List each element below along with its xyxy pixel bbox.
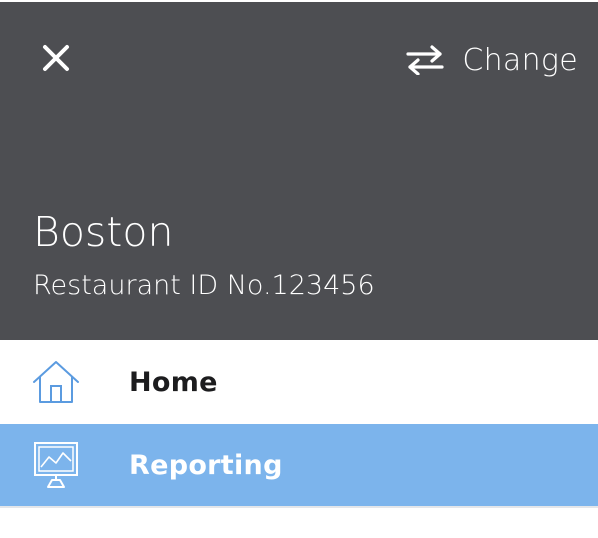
restaurant-id: Restaurant ID No.123456 xyxy=(33,270,375,301)
nav-label-home: Home xyxy=(129,366,218,398)
close-button[interactable] xyxy=(32,34,80,82)
close-icon xyxy=(43,45,69,71)
change-label: Change xyxy=(462,42,578,78)
menu-header: Change Boston Restaurant ID No.123456 xyxy=(0,2,598,340)
change-location-button[interactable]: Change xyxy=(406,38,578,82)
nav-item-reporting[interactable]: Reporting xyxy=(0,424,598,506)
divider xyxy=(0,506,598,508)
home-icon xyxy=(28,356,84,408)
side-menu: Change Boston Restaurant ID No.123456 Ho… xyxy=(0,0,598,538)
location-name: Boston xyxy=(33,208,174,256)
nav-item-home[interactable]: Home xyxy=(0,340,598,424)
reporting-monitor-icon xyxy=(28,439,84,491)
swap-arrows-icon xyxy=(406,45,444,75)
nav-label-reporting: Reporting xyxy=(129,449,283,481)
